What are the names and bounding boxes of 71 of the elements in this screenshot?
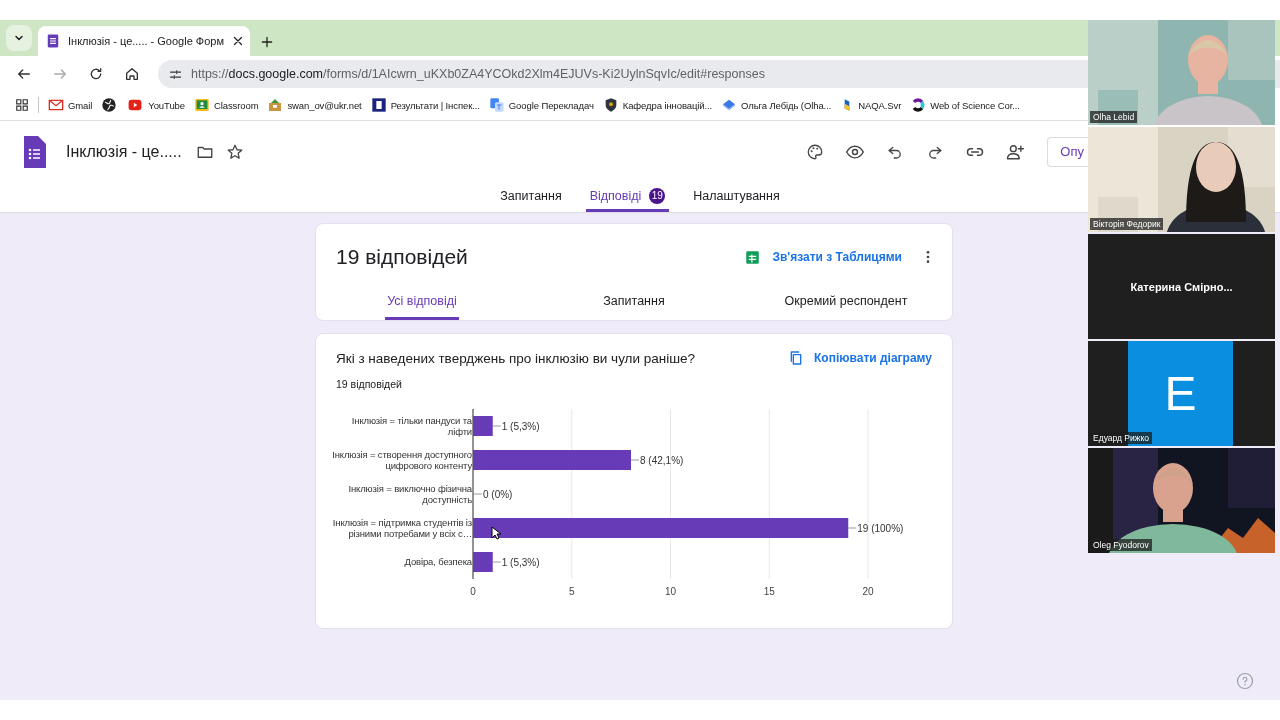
envelope-icon [48,97,64,113]
bookmark[interactable]: Google Перекладач [488,97,594,113]
ring-icon [910,97,927,113]
plus-icon [260,35,274,49]
view-tab[interactable]: Окремий респондент [740,294,952,320]
tick-label: 10 [664,586,677,597]
response-count: 19 відповідей [336,245,468,269]
bar [473,552,493,572]
board-icon [193,97,210,113]
bookmark-icon-only[interactable] [101,97,118,113]
category-label: Довіра, безпека [404,556,472,568]
participant-name: Oleg Fyodorov [1090,539,1152,551]
bookmark-icon [370,97,387,113]
spreadsheet-icon [745,249,761,265]
arrow-left-icon [16,66,32,82]
bookmark[interactable]: Classroom [193,97,259,113]
participant-name: Вікторія Федорик [1090,218,1164,230]
tick-label: 5 [568,586,575,597]
bookmark[interactable]: Web of Science Cor... [910,97,1020,113]
tick-label: 20 [862,586,874,597]
value-label: 1 (5,3%) [492,421,540,432]
translate-icon [488,97,505,113]
bar [473,416,493,436]
count-badge: 19 [649,187,666,204]
category-label: Інклюзія = тільки пандуси та ліфти [350,414,472,438]
bookmark[interactable]: Кафедра інновацій... [602,97,713,113]
participant-name: Катерина Смірно... [1130,280,1233,293]
bookmark[interactable]: Ольга Лебідь (Olha... [721,97,832,113]
reload-icon [88,66,104,82]
copy-chart-button[interactable]: Копіювати діаграму [788,350,932,366]
diamond-icon [721,97,738,113]
help-icon [1236,672,1254,690]
package-icon [267,97,284,113]
tick-label: 15 [763,586,775,597]
bookmark[interactable]: YouTube [126,98,185,112]
forms-logo-icon [22,135,46,168]
tick-label: 0 [470,586,476,597]
home-icon [124,66,140,82]
browser-tab[interactable]: Інклюзія - це..... - Google Форм [38,26,250,56]
arrow-right-icon [52,66,68,82]
copy-icon [788,350,804,366]
view-tab[interactable]: Усі відповіді [316,294,528,320]
bookmark[interactable]: swan_ov@ukr.net [267,97,362,113]
participant-name: Едуард Рижко [1090,432,1152,444]
bookmark[interactable]: Результати | Інспек... [370,97,480,113]
form-tab[interactable]: Запитання [496,182,566,212]
value-label: 1 (5,3%) [492,557,540,568]
view-tab[interactable]: Запитання [528,294,740,320]
bookmark[interactable]: Gmail [48,97,93,113]
category-label: Інклюзія = підтримка студентів із різними потребами у всіх с… [331,516,472,540]
palette-icon [806,142,825,161]
bookmark[interactable]: NAQA.Svr [840,97,902,113]
star-icon [225,142,244,161]
category-label: Інклюзія = створення доступного цифрового контенту [331,448,472,472]
participant-name: Olha Lebid [1090,111,1138,123]
form-icon [46,34,60,48]
link-sheets-button[interactable]: Зв'язати з Таблицями [745,249,902,265]
value-label: 8 (42,1%) [630,455,684,466]
form-tab[interactable]: Налаштування [689,182,784,212]
value-label: 0 (0%) [473,489,513,500]
value-label: 19 (100%) [847,523,904,534]
close-icon [232,35,244,47]
form-title[interactable]: Інклюзія - це..... [66,142,182,161]
apps-icon [15,98,29,112]
responses-count: 19 відповідей [335,378,403,390]
url-text: https://docs.google.com/forms/d/1AIcwrn_uKXb0ZA4YCOkd2Xlm4EJUVs-Ki2UylnSqvIc/edit#responses [191,67,765,81]
globe-icon [101,97,118,113]
question-title: Які з наведених тверджень про інклюзію ви чули раніше? [336,350,696,366]
publish-button[interactable]: Опу [1047,136,1088,167]
cursor-icon [491,526,501,540]
category-label: Інклюзія = виключно фізична доступність [347,482,472,506]
